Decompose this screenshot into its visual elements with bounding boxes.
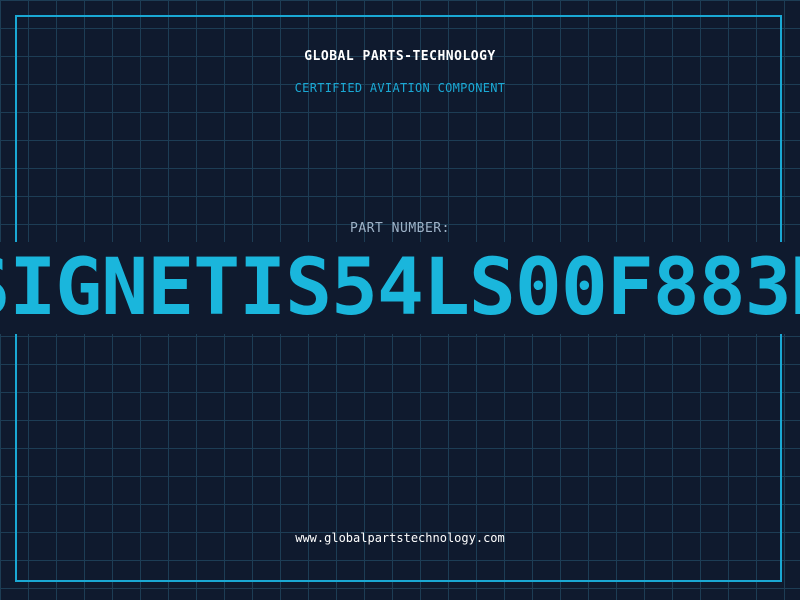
part-number-value: SIGNETIS54LS00F883B [0,243,800,333]
tagline: CERTIFIED AVIATION COMPONENT [294,81,506,95]
part-number-label: PART NUMBER: [350,221,450,236]
website-url[interactable]: www.globalpartstechnology.com [0,531,800,545]
part-number-band: SIGNETIS54LS00F883B [0,242,800,334]
company-title: GLOBAL PARTS-TECHNOLOGY [304,49,496,64]
certificate-page: GLOBAL PARTS-TECHNOLOGY CERTIFIED AVIATI… [0,0,800,600]
